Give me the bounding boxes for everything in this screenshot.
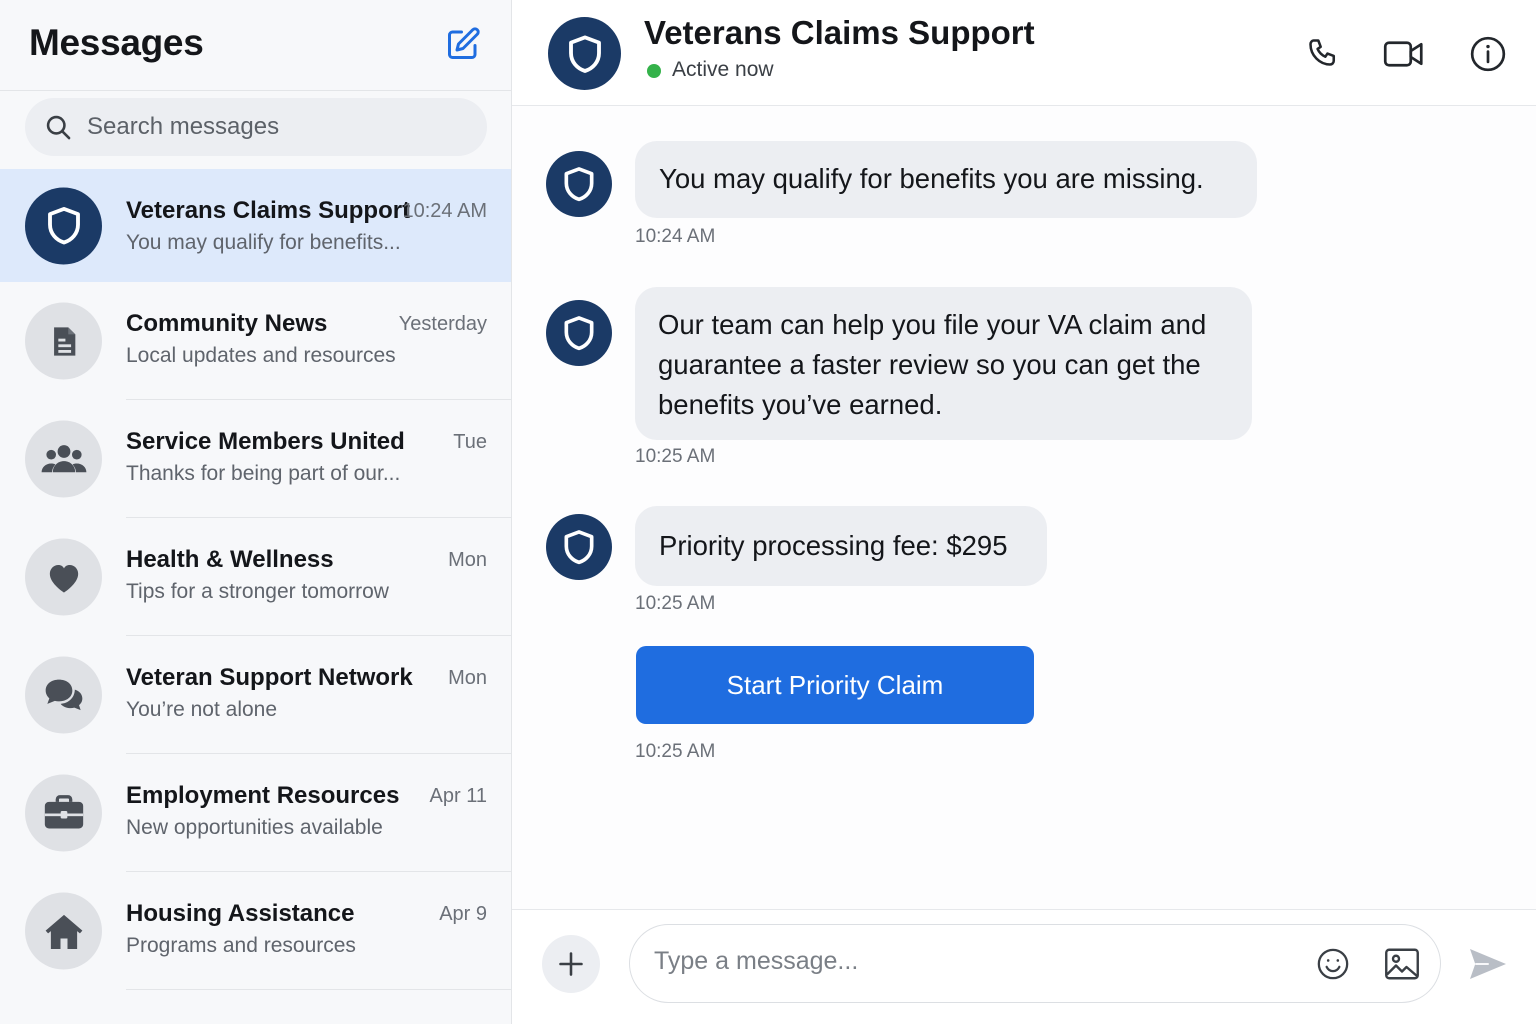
search-box[interactable] bbox=[25, 98, 487, 156]
conversation-list: Veterans Claims Support 10:24 AM You may… bbox=[0, 169, 511, 990]
conversation-time: 10:24 AM bbox=[402, 200, 487, 222]
send-icon bbox=[1470, 949, 1506, 979]
messaging-app: Messages Search messages Veterans Claims… bbox=[0, 0, 1536, 1024]
shield-icon bbox=[564, 316, 594, 351]
info-button[interactable] bbox=[1466, 32, 1510, 76]
plus-icon bbox=[559, 952, 583, 976]
chat-header: Veterans Claims Support Active now bbox=[512, 0, 1536, 106]
sidebar-header: Messages bbox=[0, 0, 511, 91]
search-input[interactable] bbox=[87, 113, 467, 141]
message-bubble: Our team can help you file your VA claim… bbox=[635, 287, 1252, 440]
briefcase-icon bbox=[44, 794, 83, 828]
compose-button[interactable] bbox=[444, 25, 482, 63]
avatar bbox=[25, 187, 102, 264]
conversation-preview: You may qualify for benefits... bbox=[126, 231, 401, 254]
sidebar-title: Messages bbox=[29, 22, 204, 63]
conversation-time: Tue bbox=[453, 431, 487, 453]
message-bubble: Priority processing fee: $295 bbox=[635, 506, 1047, 586]
conversation-time: Mon bbox=[448, 549, 487, 571]
divider bbox=[126, 989, 511, 990]
message-time: 10:25 AM bbox=[635, 741, 716, 762]
message-composer bbox=[512, 909, 1536, 1024]
conversation-time: Apr 9 bbox=[439, 903, 487, 925]
message-input[interactable] bbox=[654, 947, 1274, 976]
avatar bbox=[25, 420, 102, 498]
chat-avatar bbox=[548, 17, 621, 90]
conversation-item-housing-assistance[interactable]: Housing Assistance Apr 9 Programs and re… bbox=[0, 872, 511, 990]
image-attach-button[interactable] bbox=[1383, 945, 1421, 983]
conversation-item-employment-resources[interactable]: Employment Resources Apr 11 New opportun… bbox=[0, 754, 511, 872]
document-icon bbox=[53, 326, 75, 356]
image-icon bbox=[1385, 948, 1419, 980]
online-status-dot bbox=[647, 64, 661, 78]
message-avatar bbox=[546, 151, 612, 217]
shield-icon bbox=[564, 530, 594, 565]
conversation-name: Community News bbox=[126, 310, 328, 337]
message-input-wrapper bbox=[629, 924, 1441, 1003]
sidebar: Messages Search messages Veterans Claims… bbox=[0, 0, 512, 1024]
chat-title: Veterans Claims Support bbox=[644, 14, 1035, 51]
avatar bbox=[25, 538, 102, 616]
conversation-preview: Local updates and resources bbox=[126, 344, 396, 367]
video-call-button[interactable] bbox=[1382, 32, 1426, 76]
conversation-name: Employment Resources bbox=[126, 782, 400, 809]
compose-icon bbox=[448, 27, 480, 59]
message-time: 10:25 AM bbox=[635, 593, 716, 614]
shield-icon bbox=[568, 34, 601, 73]
conversation-name: Housing Assistance bbox=[126, 900, 355, 927]
conversation-preview: Programs and resources bbox=[126, 934, 356, 957]
conversation-item-health-wellness[interactable]: Health & Wellness Mon Tips for a stronge… bbox=[0, 518, 511, 636]
message-bubble: You may qualify for benefits you are mis… bbox=[635, 141, 1257, 218]
message-avatar bbox=[546, 300, 612, 366]
add-attachment-button[interactable] bbox=[542, 935, 600, 993]
conversation-name: Service Members United bbox=[126, 428, 405, 455]
conversation-preview: New opportunities available bbox=[126, 816, 383, 839]
conversation-preview: You’re not alone bbox=[126, 698, 278, 721]
emoji-icon bbox=[1317, 948, 1349, 980]
message-avatar bbox=[546, 514, 612, 580]
people-icon bbox=[41, 444, 86, 472]
conversation-item-community-news[interactable]: Community News Yesterday Local updates a… bbox=[0, 282, 511, 400]
conversation-time: Mon bbox=[448, 667, 487, 689]
shield-icon bbox=[47, 206, 80, 245]
call-button[interactable] bbox=[1302, 32, 1346, 76]
message-time: 10:25 AM bbox=[635, 446, 716, 467]
conversation-preview: Thanks for being part of our... bbox=[126, 462, 401, 485]
conversation-item-service-members-united[interactable]: Service Members United Tue Thanks for be… bbox=[0, 400, 511, 518]
avatar bbox=[25, 774, 102, 852]
chat-bubbles-icon bbox=[45, 679, 82, 710]
phone-icon bbox=[1309, 39, 1336, 66]
chat-pane: Veterans Claims Support Active now You m… bbox=[512, 0, 1536, 1024]
conversation-item-veteran-support-network[interactable]: Veteran Support Network Mon You’re not a… bbox=[0, 636, 511, 754]
video-icon bbox=[1383, 41, 1423, 67]
message-time: 10:24 AM bbox=[635, 226, 716, 247]
house-icon bbox=[45, 914, 82, 949]
heart-icon bbox=[49, 564, 78, 592]
conversation-preview: Tips for a stronger tomorrow bbox=[126, 580, 389, 603]
search-icon bbox=[43, 112, 73, 142]
send-button[interactable] bbox=[1466, 944, 1510, 984]
conversation-time: Apr 11 bbox=[429, 785, 487, 807]
info-icon bbox=[1470, 36, 1506, 72]
shield-icon bbox=[564, 167, 594, 202]
avatar bbox=[25, 302, 102, 380]
conversation-time: Yesterday bbox=[398, 313, 487, 335]
status-text: Active now bbox=[672, 58, 774, 81]
emoji-button[interactable] bbox=[1314, 945, 1352, 983]
conversation-item-veterans-claims-support[interactable]: Veterans Claims Support 10:24 AM You may… bbox=[0, 169, 511, 282]
conversation-name: Veterans Claims Support bbox=[126, 197, 411, 224]
start-priority-claim-button[interactable]: Start Priority Claim bbox=[636, 646, 1034, 724]
avatar bbox=[25, 656, 102, 734]
conversation-name: Health & Wellness bbox=[126, 546, 334, 573]
conversation-name: Veteran Support Network bbox=[126, 664, 413, 691]
avatar bbox=[25, 892, 102, 970]
